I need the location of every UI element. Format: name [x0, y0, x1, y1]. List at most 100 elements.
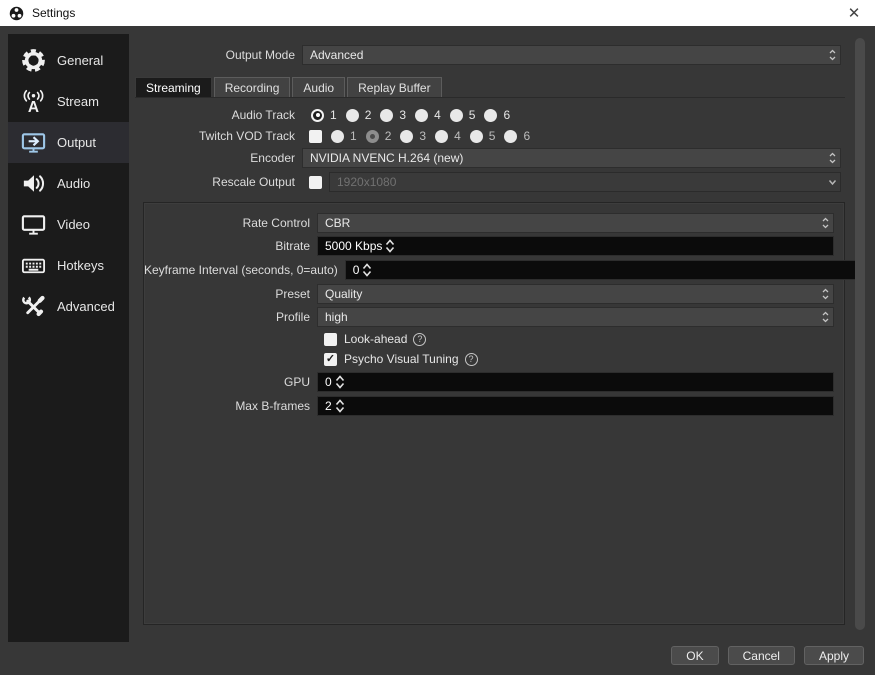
- rate-control-select[interactable]: CBR: [317, 213, 834, 233]
- ok-button[interactable]: OK: [671, 646, 718, 665]
- chevron-updown-icon[interactable]: [824, 47, 840, 63]
- lookahead-row: Look-ahead ?: [144, 331, 834, 347]
- rescale-output-row: Rescale Output 1920x1080: [135, 172, 841, 192]
- tab-replay-buffer[interactable]: Replay Buffer: [347, 77, 442, 98]
- preset-value: Quality: [325, 287, 817, 301]
- track-radio-label: 1: [350, 129, 357, 143]
- track-radio-1[interactable]: [311, 109, 324, 122]
- track-radio-label: 3: [399, 108, 406, 122]
- audio-track-row: Audio Track 123456: [135, 107, 841, 123]
- cancel-button[interactable]: Cancel: [728, 646, 795, 665]
- obs-logo-icon: [9, 6, 24, 21]
- track-radio-label: 2: [365, 108, 372, 122]
- keyboard-icon: [18, 252, 48, 279]
- track-radio-6[interactable]: [504, 130, 517, 143]
- psycho-visual-tuning-row: Psycho Visual Tuning ?: [144, 351, 834, 367]
- sidebar-item-general[interactable]: General: [8, 40, 129, 81]
- sidebar-item-label: Audio: [57, 176, 90, 191]
- track-radio-1[interactable]: [331, 130, 344, 143]
- svg-text:A: A: [27, 99, 38, 115]
- gpu-value: 0: [325, 375, 332, 389]
- tab-audio[interactable]: Audio: [292, 77, 345, 98]
- tab-recording[interactable]: Recording: [214, 77, 291, 98]
- vod-track-label: Twitch VOD Track: [135, 129, 302, 143]
- sidebar-item-label: Hotkeys: [57, 258, 104, 273]
- sidebar-item-hotkeys[interactable]: Hotkeys: [8, 245, 129, 286]
- sidebar-item-output[interactable]: Output: [8, 122, 129, 163]
- chevron-updown-icon[interactable]: [817, 215, 833, 231]
- preset-label: Preset: [144, 287, 317, 301]
- chevron-updown-icon[interactable]: [817, 286, 833, 302]
- spinner-updown-icon[interactable]: [332, 374, 348, 390]
- encoder-label: Encoder: [135, 151, 302, 165]
- sidebar-item-stream[interactable]: A Stream: [8, 81, 129, 122]
- preset-select[interactable]: Quality: [317, 284, 834, 304]
- track-radio-label: 1: [330, 108, 337, 122]
- sidebar-item-advanced[interactable]: Advanced: [8, 286, 129, 327]
- track-radio-label: 5: [469, 108, 476, 122]
- spinner-updown-icon[interactable]: [382, 238, 398, 254]
- lookahead-checkbox[interactable]: [324, 333, 337, 346]
- output-mode-select[interactable]: Advanced: [302, 45, 841, 65]
- track-radio-3[interactable]: [380, 109, 393, 122]
- max-bframes-value: 2: [325, 399, 332, 413]
- gpu-label: GPU: [144, 375, 317, 389]
- spinner-updown-icon[interactable]: [359, 262, 375, 278]
- window-title: Settings: [32, 6, 75, 20]
- help-icon[interactable]: ?: [413, 333, 426, 346]
- track-radio-2[interactable]: [366, 130, 379, 143]
- profile-select[interactable]: high: [317, 307, 834, 327]
- bitrate-input[interactable]: 5000 Kbps: [317, 236, 834, 256]
- track-radio-label: 6: [523, 129, 530, 143]
- tab-streaming[interactable]: Streaming: [135, 77, 212, 98]
- rescale-output-checkbox[interactable]: [309, 176, 322, 189]
- output-mode-value: Advanced: [310, 48, 824, 62]
- encoder-select[interactable]: NVIDIA NVENC H.264 (new): [302, 148, 841, 168]
- spinner-updown-icon[interactable]: [332, 398, 348, 414]
- track-radio-label: 2: [385, 129, 392, 143]
- track-radio-4[interactable]: [435, 130, 448, 143]
- sidebar-item-audio[interactable]: Audio: [8, 163, 129, 204]
- settings-nav-sidebar: General A Stream Output: [8, 34, 129, 642]
- chevron-updown-icon[interactable]: [817, 309, 833, 325]
- track-radio-4[interactable]: [415, 109, 428, 122]
- chevron-down-icon: [824, 174, 840, 190]
- vertical-scrollbar[interactable]: [855, 38, 865, 630]
- tools-icon: [18, 293, 48, 320]
- keyframe-interval-value: 0: [353, 263, 360, 277]
- track-radio-5[interactable]: [450, 109, 463, 122]
- profile-value: high: [325, 310, 817, 324]
- sidebar-item-label: Advanced: [57, 299, 115, 314]
- help-icon[interactable]: ?: [465, 353, 478, 366]
- dialog-footer: OK Cancel Apply: [671, 646, 864, 665]
- chevron-updown-icon[interactable]: [824, 150, 840, 166]
- gpu-input[interactable]: 0: [317, 372, 834, 392]
- track-radio-2[interactable]: [346, 109, 359, 122]
- track-radio-6[interactable]: [484, 109, 497, 122]
- monitor-icon: [18, 211, 48, 238]
- close-icon[interactable]: ✕: [833, 0, 875, 26]
- output-mode-row: Output Mode Advanced: [135, 45, 841, 65]
- speaker-icon: [18, 170, 48, 197]
- sidebar-item-video[interactable]: Video: [8, 204, 129, 245]
- tab-divider: [135, 97, 845, 98]
- audio-track-label: Audio Track: [135, 108, 302, 122]
- track-radio-label: 4: [454, 129, 461, 143]
- encoder-settings-groupbox: Rate Control CBR Bitrate 5000 Kbps Keyfr…: [143, 202, 845, 625]
- track-radio-3[interactable]: [400, 130, 413, 143]
- lookahead-label: Look-ahead: [344, 332, 407, 346]
- keyframe-interval-input[interactable]: 0: [345, 260, 862, 280]
- output-mode-label: Output Mode: [135, 48, 302, 62]
- rescale-resolution-value: 1920x1080: [337, 175, 824, 189]
- bitrate-row: Bitrate 5000 Kbps: [144, 236, 834, 256]
- sidebar-item-label: Stream: [57, 94, 99, 109]
- apply-button[interactable]: Apply: [804, 646, 864, 665]
- track-radio-label: 4: [434, 108, 441, 122]
- max-bframes-label: Max B-frames: [144, 399, 317, 413]
- track-radio-5[interactable]: [470, 130, 483, 143]
- bitrate-label: Bitrate: [144, 239, 317, 253]
- preset-row: Preset Quality: [144, 284, 834, 304]
- max-bframes-input[interactable]: 2: [317, 396, 834, 416]
- psycho-visual-tuning-checkbox[interactable]: [324, 353, 337, 366]
- vod-track-checkbox[interactable]: [309, 130, 322, 143]
